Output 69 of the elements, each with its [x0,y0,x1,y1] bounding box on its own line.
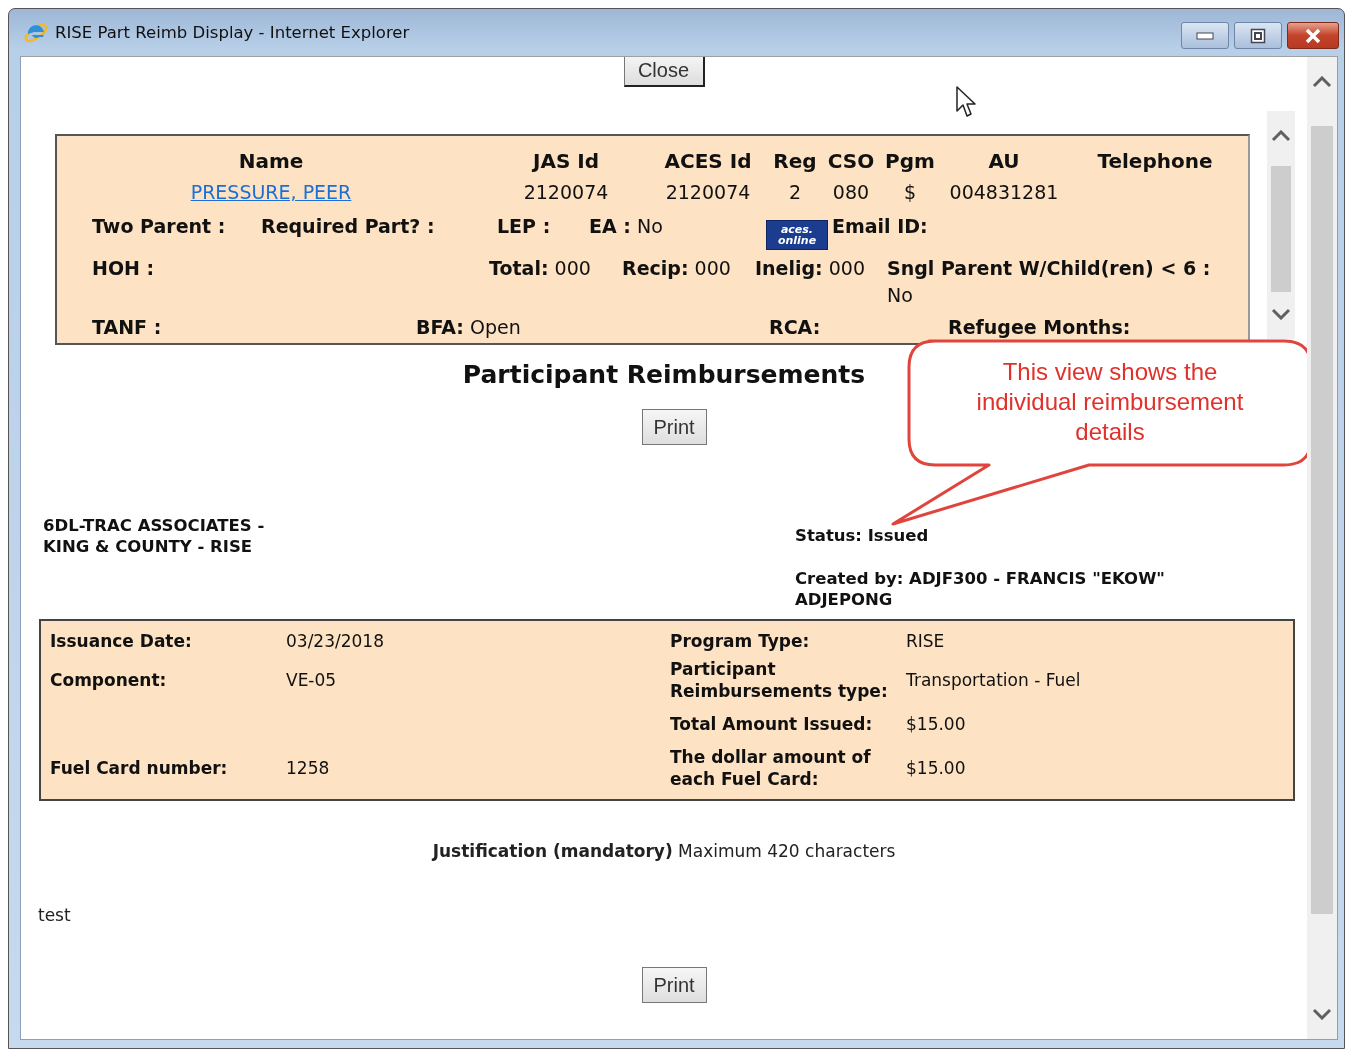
section-heading: Participant Reimbursements [462,359,866,391]
logo-text: online [777,235,817,246]
close-icon [1304,27,1322,44]
column-heading: Name [238,148,304,175]
column-value: 2120074 [665,180,751,205]
restore-icon [1250,27,1266,44]
logo-text: aces. [780,224,814,235]
column-heading: ACES Id [664,148,752,175]
field-label: RCA: [769,315,822,340]
field-label: Required Part? : [261,214,436,239]
close-button[interactable]: Close [623,57,705,87]
minimize-button[interactable] [1181,22,1229,49]
status-text: Status: Issued [795,525,930,546]
field-text: Recip: 000 [622,256,732,281]
maximize-button[interactable] [1234,22,1282,49]
column-heading: Reg [773,148,817,175]
detail-value: $15.00 [906,757,967,780]
participant-name-link[interactable]: PRESSURE, PEER [190,181,352,203]
column-value: 2 [788,180,802,205]
window-title: RISE Part Reimb Display - Internet Explorer [55,23,410,42]
column-heading: Telephone [1097,148,1213,175]
field-label: Refugee Months: [948,315,1132,340]
column-heading: JAS Id [532,148,599,175]
justification-label: Justification (mandatory) Maximum 420 characters [430,841,897,861]
provider-name: 6DL-TRAC ASSOCIATES - KING & COUNTY - RISE [43,515,266,558]
detail-label: Issuance Date: [50,630,193,653]
field-label: TANF : [92,315,163,340]
minimize-icon [1196,31,1214,40]
field-text: Sngl Parent W/Child(ren) < 6 : No [887,256,1212,308]
column-heading: AU [988,148,1020,175]
field-label: LEP : [497,214,552,239]
column-value: 080 [832,180,870,205]
scrollbar-thumb[interactable] [1271,166,1291,292]
field-label: Two Parent : [92,214,227,239]
detail-value: $15.00 [906,713,967,736]
detail-value: 03/23/2018 [286,630,385,653]
detail-value: VE-05 [286,669,338,692]
column-value: 004831281 [949,180,1059,205]
field-label: Email ID: [832,214,929,239]
column-heading: CSO [827,148,875,175]
field-text: BFA: Open [416,315,522,340]
field-label: HOH : [92,256,156,281]
print-button[interactable]: Print [641,967,707,1003]
print-button[interactable]: Print [641,409,707,445]
chevron-down-icon [1271,308,1291,320]
detail-value: Transportation - Fuel [906,669,1082,692]
detail-label: Component: [50,669,168,692]
detail-label: Participant Reimbursements type: [670,658,889,703]
chevron-up-icon [1271,130,1291,142]
detail-label: The dollar amount of each Fuel Card: [670,746,872,791]
created-by-text: Created by: ADJF300 - FRANCIS "EKOW" ADJEPONG [795,568,1166,610]
detail-label: Fuel Card number: [50,757,229,780]
field-text: Total: 000 [489,256,592,281]
justification-text: test [38,905,72,925]
chevron-down-icon [1312,1008,1332,1020]
detail-value: RISE [906,630,946,653]
chevron-up-icon [1312,76,1332,88]
detail-label: Total Amount Issued: [670,713,874,736]
window-close-button[interactable] [1287,22,1339,49]
column-value: $ [903,180,917,205]
column-value: 2120074 [523,180,609,205]
callout-text: This view shows the individual reimbursement details [975,357,1245,447]
column-heading: Pgm [885,148,935,175]
detail-value: 1258 [286,757,331,780]
detail-label: Program Type: [670,630,811,653]
field-text: EA : No [589,214,664,239]
scrollbar-thumb[interactable] [1311,126,1333,914]
field-text: Inelig: 000 [755,256,867,281]
mouse-pointer-icon [955,85,977,119]
